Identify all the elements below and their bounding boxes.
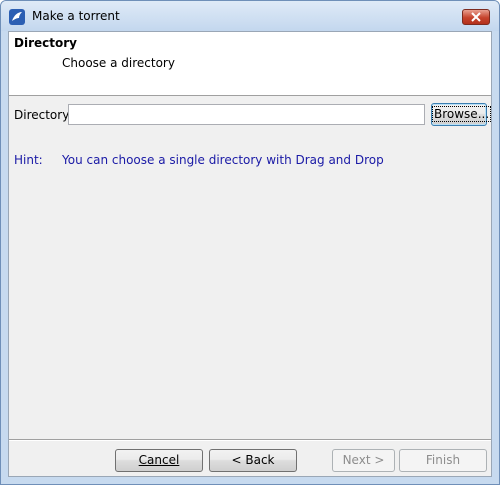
dialog-content: Directory Choose a directory Directory B…: [8, 31, 492, 477]
footer-divider: [9, 439, 491, 441]
cancel-button-label: Cancel: [138, 453, 180, 467]
title-bar[interactable]: Make a torrent: [1, 1, 499, 31]
next-button-label: Next >: [342, 453, 385, 467]
page-title: Directory: [14, 36, 77, 50]
finish-button-label: Finish: [425, 453, 461, 467]
wizard-header: Directory Choose a directory: [9, 32, 491, 96]
cancel-button[interactable]: Cancel: [115, 449, 203, 472]
browse-button[interactable]: Browse...: [431, 103, 492, 126]
directory-label: Directory: [14, 108, 70, 122]
hint-label: Hint:: [14, 153, 43, 167]
make-torrent-window: Make a torrent Directory Choose a direct…: [0, 0, 500, 485]
page-subtitle: Choose a directory: [62, 56, 175, 70]
window-title: Make a torrent: [32, 9, 120, 23]
back-button-label: < Back: [231, 453, 275, 467]
directory-input[interactable]: [68, 104, 425, 125]
close-button[interactable]: [462, 9, 490, 25]
next-button[interactable]: Next >: [332, 449, 395, 472]
close-icon: [471, 12, 481, 22]
back-button[interactable]: < Back: [209, 449, 297, 472]
browse-button-label: Browse...: [432, 106, 492, 122]
hint-text: You can choose a single directory with D…: [62, 153, 384, 167]
app-bird-icon: [9, 9, 25, 25]
finish-button[interactable]: Finish: [399, 449, 487, 472]
